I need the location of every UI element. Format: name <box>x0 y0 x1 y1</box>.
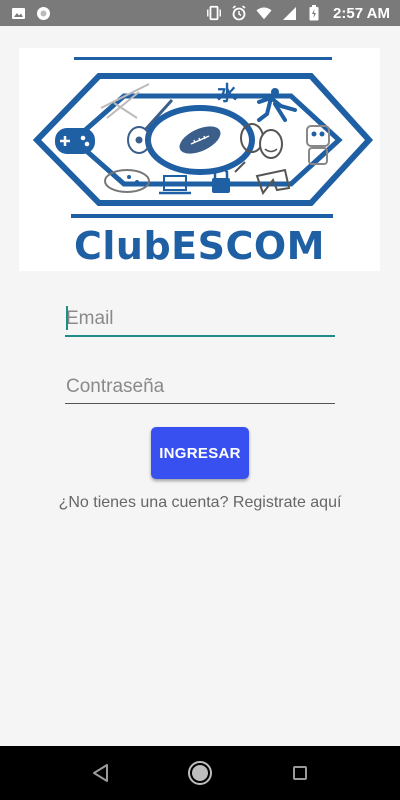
image-icon <box>10 5 26 21</box>
circle-icon <box>35 5 51 21</box>
club-logo: 水 ClubESCOM <box>19 48 380 271</box>
text-cursor <box>66 306 68 330</box>
password-field[interactable] <box>65 370 335 404</box>
wifi-icon <box>256 5 272 21</box>
status-bar-left <box>10 5 51 21</box>
recents-icon[interactable] <box>287 760 313 786</box>
vibrate-icon <box>206 5 222 21</box>
home-icon[interactable] <box>187 760 213 786</box>
register-link[interactable]: ¿No tienes una cuenta? Registrate aquí <box>0 494 400 512</box>
status-bar: 2:57 AM <box>0 0 400 26</box>
alarm-icon <box>231 5 247 21</box>
signal-icon <box>281 5 297 21</box>
navigation-bar <box>0 746 400 800</box>
logo-title: ClubESCOM <box>74 224 325 268</box>
logo-kanji: 水 <box>217 81 238 105</box>
battery-icon <box>306 5 322 21</box>
status-time: 2:57 AM <box>333 4 390 22</box>
login-button[interactable]: INGRESAR <box>151 427 249 479</box>
email-field[interactable] <box>65 303 335 337</box>
status-bar-right: 2:57 AM <box>206 5 390 22</box>
back-icon[interactable] <box>88 760 114 786</box>
